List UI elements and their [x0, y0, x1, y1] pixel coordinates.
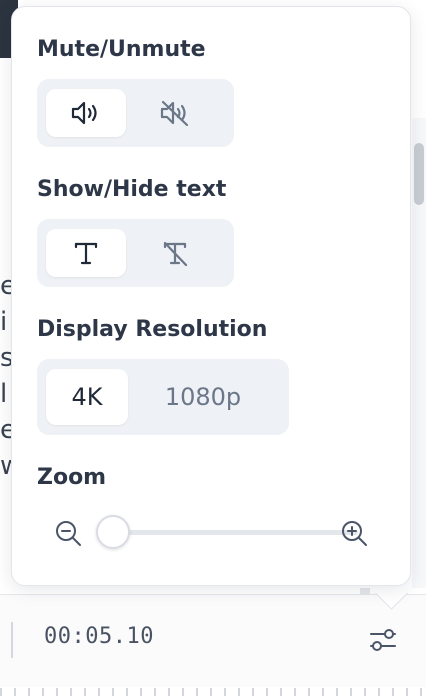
settings-button[interactable]	[366, 624, 400, 656]
resolution-option-4k[interactable]: 4K	[46, 369, 128, 425]
zoom-in-icon	[342, 521, 367, 546]
text-toggle	[37, 219, 234, 287]
sliders-icon	[370, 629, 396, 651]
player-settings-popover: Mute/Unmute Show/Hide text Display Resol…	[11, 6, 411, 586]
resolution-option-1080p[interactable]: 1080p	[128, 369, 278, 425]
timeline-ruler	[0, 688, 426, 696]
zoom-slider-track[interactable]	[100, 530, 358, 535]
zoom-out-button[interactable]	[54, 519, 82, 547]
zoom-control	[54, 515, 374, 549]
mute-title: Mute/Unmute	[37, 37, 206, 62]
zoom-in-button[interactable]	[340, 519, 368, 547]
resolution-toggle: 4K 1080p	[37, 359, 289, 435]
divider	[11, 622, 13, 658]
zoom-title: Zoom	[37, 465, 107, 490]
zoom-slider-thumb[interactable]	[95, 515, 130, 549]
resolution-title: Display Resolution	[37, 317, 268, 342]
show-text-option[interactable]	[46, 229, 126, 277]
text-icon	[74, 242, 97, 265]
unmute-option[interactable]	[46, 89, 126, 137]
text-off-icon	[164, 241, 188, 267]
hide-text-option[interactable]	[126, 229, 225, 277]
timecode: 00:05.10	[44, 624, 154, 649]
mute-toggle	[37, 79, 234, 147]
text-toggle-title: Show/Hide text	[37, 177, 227, 202]
speaker-off-icon	[161, 100, 189, 127]
mute-option[interactable]	[126, 89, 225, 137]
zoom-out-icon	[56, 521, 81, 546]
scrollbar-thumb[interactable]	[414, 143, 424, 205]
speaker-on-icon	[71, 101, 97, 125]
